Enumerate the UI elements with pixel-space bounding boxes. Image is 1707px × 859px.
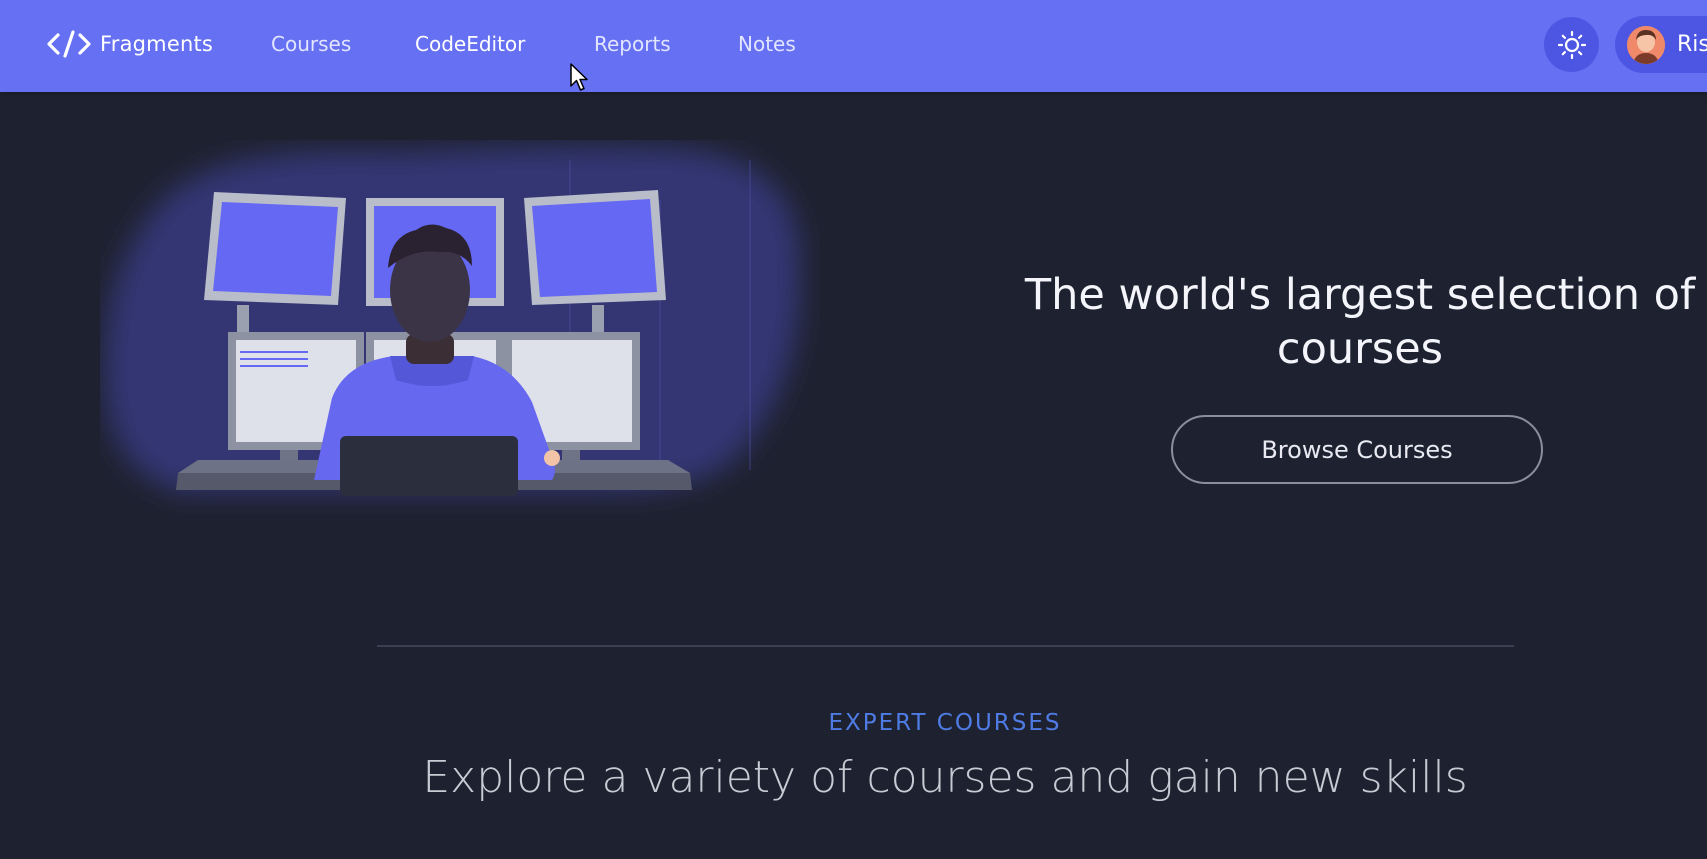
nav-link-courses[interactable]: Courses (271, 0, 351, 88)
nav-link-codeeditor[interactable]: CodeEditor (415, 0, 525, 88)
brand-name: Fragments (100, 32, 214, 56)
developer-at-monitors-illustration (104, 145, 801, 496)
sun-icon (1557, 30, 1586, 59)
browse-courses-button[interactable]: Browse Courses (1171, 415, 1543, 484)
top-navbar: Fragments Courses CodeEditor Reports Not… (0, 0, 1707, 92)
mouse-pointer-icon (570, 63, 588, 91)
nav-link-notes[interactable]: Notes (738, 0, 796, 88)
hero-title-line1: The world's largest selection of (1024, 270, 1696, 320)
nav-link-reports[interactable]: Reports (594, 0, 671, 88)
brand-logo-link[interactable]: Fragments (46, 0, 213, 88)
theme-toggle-button[interactable] (1544, 17, 1599, 72)
section-heading: Explore a variety of courses and gain ne… (422, 752, 1468, 803)
section-eyebrow: EXPERT COURSES (828, 710, 1062, 736)
profile-name: Ris (1677, 32, 1707, 57)
profile-menu-button[interactable]: Ris (1615, 16, 1707, 73)
code-icon (47, 30, 91, 58)
hero-title: The world's largest selection of courses (960, 268, 1707, 376)
avatar (1627, 26, 1665, 64)
section-divider (377, 645, 1514, 647)
hero-title-line2: courses (1276, 324, 1444, 374)
